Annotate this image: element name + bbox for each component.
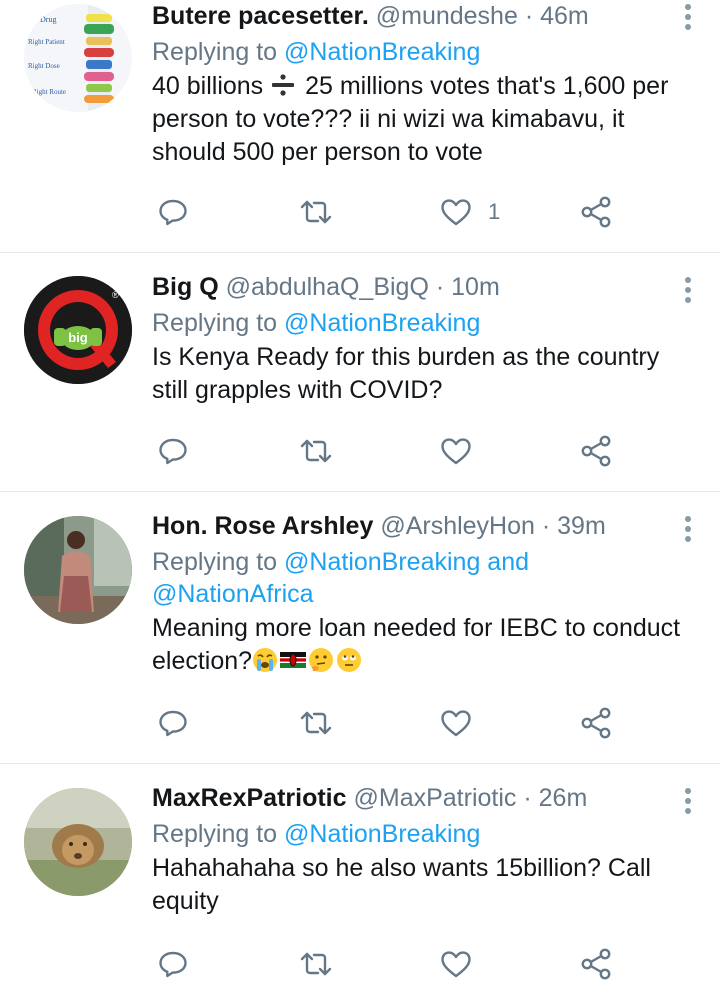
share-button[interactable] <box>578 944 614 984</box>
tweet[interactable]: Hon. Rose Arshley @ArshleyHon · 39m Repl… <box>0 492 720 763</box>
avatar-label: Right Dose <box>28 62 60 70</box>
tweet[interactable]: Drug Right Patient Right Dose Right Rout… <box>0 0 720 252</box>
like-count: 1 <box>488 199 501 224</box>
reply-button[interactable] <box>155 431 191 471</box>
avatar-label: Right Route <box>32 88 66 96</box>
avatar-image: Drug Right Patient Right Dose Right Rout… <box>24 4 132 112</box>
avatar[interactable] <box>24 788 132 896</box>
mention-link[interactable]: @NationBreaking <box>284 309 480 337</box>
replying-to-label: Replying to <box>152 820 285 848</box>
kenya-flag-icon <box>280 652 307 668</box>
reply-icon <box>159 710 187 737</box>
like-button[interactable] <box>438 944 488 984</box>
share-icon <box>581 948 611 980</box>
tweet-header: Big Q @abdulhaQ_BigQ · 10m <box>152 271 700 303</box>
replying-to-label: Replying to <box>152 548 285 576</box>
tweet[interactable]: MaxRexPatriotic @MaxPatriotic · 26m Repl… <box>0 764 720 988</box>
reply-icon <box>159 199 187 226</box>
action-bar <box>155 431 625 471</box>
timestamp[interactable]: · 46m <box>525 2 589 30</box>
like-button[interactable]: 1 <box>438 192 500 232</box>
reply-icon <box>159 951 187 978</box>
action-bar <box>155 944 625 984</box>
share-icon <box>581 196 611 228</box>
timestamp[interactable]: · 26m <box>523 784 587 812</box>
tweet-text: Is Kenya Ready for this burden as the co… <box>152 343 660 404</box>
more-icon[interactable] <box>684 788 692 816</box>
share-icon <box>581 707 611 739</box>
more-icon[interactable] <box>684 277 692 305</box>
avatar-mark: ® <box>112 290 119 300</box>
share-button[interactable] <box>578 192 614 232</box>
tweet-header: Butere pacesetter. @mundeshe · 46m <box>152 0 700 32</box>
share-button[interactable] <box>578 431 614 471</box>
mention-link[interactable]: @NationBreaking <box>284 820 480 848</box>
retweet-button[interactable] <box>298 944 334 984</box>
handle[interactable]: @abdulhaQ_BigQ <box>226 273 429 301</box>
reply-button[interactable] <box>155 703 191 743</box>
action-bar <box>155 703 625 743</box>
display-name[interactable]: Hon. Rose Arshley <box>152 512 373 540</box>
more-icon[interactable] <box>684 4 692 32</box>
replying-to: Replying to @NationBreaking <box>152 818 700 850</box>
like-icon <box>441 951 471 978</box>
handle[interactable]: @mundeshe <box>376 2 518 30</box>
divide-icon <box>272 74 295 96</box>
avatar-image <box>24 516 132 624</box>
display-name[interactable]: Big Q <box>152 273 219 301</box>
tweet-header: Hon. Rose Arshley @ArshleyHon · 39m <box>152 510 700 542</box>
avatar[interactable]: big ® <box>24 276 132 384</box>
like-button[interactable] <box>438 703 488 743</box>
avatar-label: big <box>68 330 88 345</box>
mention-link[interactable]: @NationBreaking <box>284 38 480 66</box>
reply-button[interactable] <box>155 192 191 232</box>
handle[interactable]: @ArshleyHon <box>380 512 535 540</box>
reply-icon <box>159 438 187 465</box>
avatar-image <box>24 788 132 896</box>
avatar-label: Drug <box>40 15 56 24</box>
display-name[interactable]: MaxRexPatriotic <box>152 784 347 812</box>
replying-to-label: Replying to <box>152 38 285 66</box>
tweet-text-part: 40 billions <box>152 72 271 100</box>
tweet-text: Meaning more loan needed for IEBC to con… <box>152 612 700 678</box>
replying-to-label: Replying to <box>152 309 285 337</box>
display-name[interactable]: Butere pacesetter. <box>152 2 369 30</box>
tweet[interactable]: big ® Big Q @abdulhaQ_BigQ · 10m Replyin… <box>0 253 720 491</box>
crying-face-icon <box>253 648 278 672</box>
tweet-text: 40 billions 25 millions votes that's 1,6… <box>152 70 700 169</box>
handle[interactable]: @MaxPatriotic <box>353 784 516 812</box>
like-button[interactable] <box>438 431 488 471</box>
share-icon <box>581 435 611 467</box>
tweet-text: Hahahahaha so he also wants 15billion? C… <box>152 854 651 915</box>
tweet-text-part: Meaning more loan needed for IEBC to con… <box>152 614 681 675</box>
retweet-icon <box>300 952 332 976</box>
replying-to: Replying to @NationBreaking and @NationA… <box>152 546 552 610</box>
retweet-icon <box>300 711 332 735</box>
like-icon <box>441 710 471 737</box>
timestamp[interactable]: · 10m <box>436 273 500 301</box>
timestamp[interactable]: · 39m <box>542 512 606 540</box>
like-icon <box>441 438 471 465</box>
avatar[interactable] <box>24 516 132 624</box>
action-bar: 1 <box>155 192 625 232</box>
eye-roll-face-icon <box>337 648 362 672</box>
retweet-icon <box>300 439 332 463</box>
replying-to: Replying to @NationBreaking <box>152 307 700 339</box>
avatar[interactable]: Drug Right Patient Right Dose Right Rout… <box>24 4 132 112</box>
avatar-label: Right Patient <box>28 38 65 46</box>
avatar-image: big ® <box>24 276 132 384</box>
tweet-header: MaxRexPatriotic @MaxPatriotic · 26m <box>152 782 700 814</box>
retweet-icon <box>300 200 332 224</box>
retweet-button[interactable] <box>298 431 334 471</box>
more-icon[interactable] <box>684 516 692 544</box>
share-button[interactable] <box>578 703 614 743</box>
thinking-face-icon <box>309 648 334 672</box>
replying-to: Replying to @NationBreaking <box>152 36 700 68</box>
like-icon <box>441 199 471 226</box>
reply-button[interactable] <box>155 944 191 984</box>
retweet-button[interactable] <box>298 703 334 743</box>
retweet-button[interactable] <box>298 192 334 232</box>
